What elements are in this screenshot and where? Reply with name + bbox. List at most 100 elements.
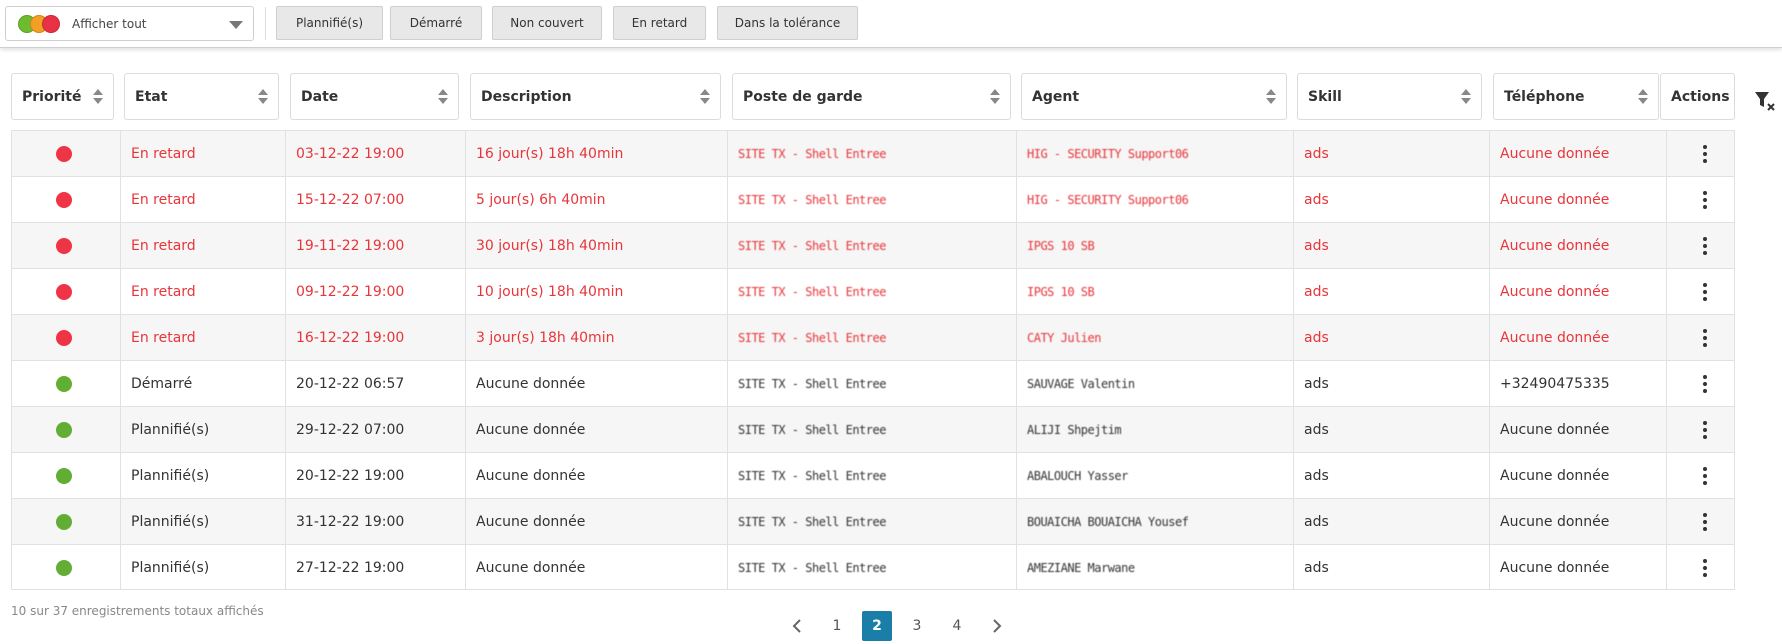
sort-icon[interactable] <box>258 89 268 105</box>
table-row[interactable]: En retard 03-12-22 19:00 16 jour(s) 18h 40… <box>11 130 1735 176</box>
agent-cell: IPGS 10 SB <box>1016 223 1293 268</box>
description-cell-text: 30 jour(s) 18h 40min <box>476 237 624 254</box>
page-4-button[interactable]: 4 <box>942 611 972 641</box>
priority-red-dot-icon <box>56 191 72 208</box>
kebab-menu-icon[interactable] <box>1703 420 1707 439</box>
agent-cell-text: ABALOUCH Yasser <box>1027 468 1128 483</box>
sort-icon[interactable] <box>438 89 448 105</box>
description-cell: Aucune donnée <box>465 453 727 498</box>
skill-cell: ads <box>1293 131 1489 176</box>
poste-cell-text: SITE TX - Shell Entree <box>738 422 886 437</box>
agent-cell: ABALOUCH Yasser <box>1016 453 1293 498</box>
description-cell: 16 jour(s) 18h 40min <box>465 131 727 176</box>
kebab-menu-icon[interactable] <box>1703 374 1707 393</box>
poste-cell: SITE TX - Shell Entree <box>727 315 1016 360</box>
description-cell: 3 jour(s) 18h 40min <box>465 315 727 360</box>
table-row[interactable]: En retard 09-12-22 19:00 10 jour(s) 18h 40… <box>11 268 1735 314</box>
priority-cell <box>11 453 120 498</box>
sort-icon[interactable] <box>700 89 710 105</box>
skill-cell-text: ads <box>1304 513 1329 530</box>
description-cell: 5 jour(s) 6h 40min <box>465 177 727 222</box>
telephone-cell: +32490475335 <box>1489 361 1666 406</box>
telephone-cell-text: Aucune donnée <box>1500 145 1610 162</box>
filter-late-button[interactable]: En retard <box>613 6 706 40</box>
filter-clear-icon[interactable] <box>1754 90 1776 112</box>
kebab-menu-icon[interactable] <box>1703 328 1707 347</box>
kebab-menu-icon[interactable] <box>1703 144 1707 163</box>
chevron-left-icon[interactable] <box>782 611 812 641</box>
kebab-menu-icon[interactable] <box>1703 190 1707 209</box>
sort-icon[interactable] <box>1266 89 1276 105</box>
column-header-telephone[interactable]: Téléphone <box>1493 73 1659 120</box>
table-row[interactable]: Plannifié(s) 27-12-22 19:00 Aucune donnée S… <box>11 544 1735 590</box>
table-row[interactable]: En retard 16-12-22 19:00 3 jour(s) 18h 40m… <box>11 314 1735 360</box>
table-row[interactable]: Plannifié(s) 29-12-22 07:00 Aucune donnée S… <box>11 406 1735 452</box>
sort-icon[interactable] <box>990 89 1000 105</box>
column-header-date[interactable]: Date <box>290 73 459 120</box>
agent-cell-text: SAUVAGE Valentin <box>1027 376 1135 391</box>
date-cell-text: 09-12-22 19:00 <box>296 283 405 300</box>
skill-cell: ads <box>1293 223 1489 268</box>
priority-cell <box>11 361 120 406</box>
telephone-cell: Aucune donnée <box>1489 407 1666 452</box>
date-cell: 31-12-22 19:00 <box>285 499 465 544</box>
telephone-cell-text: Aucune donnée <box>1500 191 1610 208</box>
skill-cell-text: ads <box>1304 237 1329 254</box>
table-row[interactable]: Plannifié(s) 20-12-22 19:00 Aucune donnée S… <box>11 452 1735 498</box>
table-row[interactable]: En retard 19-11-22 19:00 30 jour(s) 18h 40… <box>11 222 1735 268</box>
skill-cell: ads <box>1293 315 1489 360</box>
kebab-menu-icon[interactable] <box>1703 512 1707 531</box>
chevron-down-icon[interactable] <box>229 21 243 29</box>
sort-icon[interactable] <box>1461 89 1471 105</box>
filter-tolerance-button[interactable]: Dans la tolérance <box>717 6 858 40</box>
date-cell: 29-12-22 07:00 <box>285 407 465 452</box>
agent-cell-text: HIG - SECURITY Support06 <box>1027 192 1189 207</box>
page-2-button[interactable]: 2 <box>862 611 892 641</box>
skill-cell-text: ads <box>1304 375 1329 392</box>
sort-icon[interactable] <box>93 89 103 105</box>
column-header-priorite[interactable]: Priorité <box>11 73 114 120</box>
kebab-menu-icon[interactable] <box>1703 466 1707 485</box>
telephone-cell-text: Aucune donnée <box>1500 421 1610 438</box>
kebab-menu-icon[interactable] <box>1703 282 1707 301</box>
page-1-button[interactable]: 1 <box>822 611 852 641</box>
column-header-etat[interactable]: Etat <box>124 73 279 120</box>
telephone-cell-text: Aucune donnée <box>1500 467 1610 484</box>
etat-cell-text: Plannifié(s) <box>131 467 210 484</box>
telephone-cell: Aucune donnée <box>1489 315 1666 360</box>
table-row[interactable]: Démarré 20-12-22 06:57 Aucune donnée SITE T… <box>11 360 1735 406</box>
priority-cell <box>11 407 120 452</box>
description-cell: Aucune donnée <box>465 545 727 590</box>
column-header-label: Priorité <box>22 88 82 105</box>
column-header-actions: Actions <box>1660 73 1735 120</box>
table-row[interactable]: Plannifié(s) 31-12-22 19:00 Aucune donnée S… <box>11 498 1735 544</box>
table-row[interactable]: En retard 15-12-22 07:00 5 jour(s) 6h 40mi… <box>11 176 1735 222</box>
kebab-menu-icon[interactable] <box>1703 558 1707 577</box>
kebab-menu-icon[interactable] <box>1703 236 1707 255</box>
column-header-description[interactable]: Description <box>470 73 721 120</box>
sort-icon[interactable] <box>1638 89 1648 105</box>
page-3-button[interactable]: 3 <box>902 611 932 641</box>
date-cell: 03-12-22 19:00 <box>285 131 465 176</box>
column-header-skill[interactable]: Skill <box>1297 73 1482 120</box>
priority-cell <box>11 269 120 314</box>
description-cell: Aucune donnée <box>465 361 727 406</box>
column-header-agent[interactable]: Agent <box>1021 73 1287 120</box>
priority-cell <box>11 545 120 590</box>
date-cell: 15-12-22 07:00 <box>285 177 465 222</box>
filter-uncovered-button[interactable]: Non couvert <box>492 6 602 40</box>
skill-cell: ads <box>1293 361 1489 406</box>
filter-started-button[interactable]: Démarré <box>390 6 482 40</box>
skill-cell-text: ads <box>1304 329 1329 346</box>
description-cell-text: 3 jour(s) 18h 40min <box>476 329 615 346</box>
etat-cell: En retard <box>120 315 285 360</box>
column-header-poste-de-garde[interactable]: Poste de garde <box>732 73 1011 120</box>
filter-planned-button[interactable]: Plannifié(s) <box>276 6 383 40</box>
skill-cell-text: ads <box>1304 283 1329 300</box>
telephone-cell: Aucune donnée <box>1489 453 1666 498</box>
description-cell-text: Aucune donnée <box>476 467 586 484</box>
chevron-right-icon[interactable] <box>982 611 1012 641</box>
priority-filter-select[interactable]: Afficher tout <box>5 6 254 41</box>
etat-cell-text: Plannifié(s) <box>131 421 210 438</box>
agent-cell-text: ALIJI Shpejtim <box>1027 422 1122 437</box>
